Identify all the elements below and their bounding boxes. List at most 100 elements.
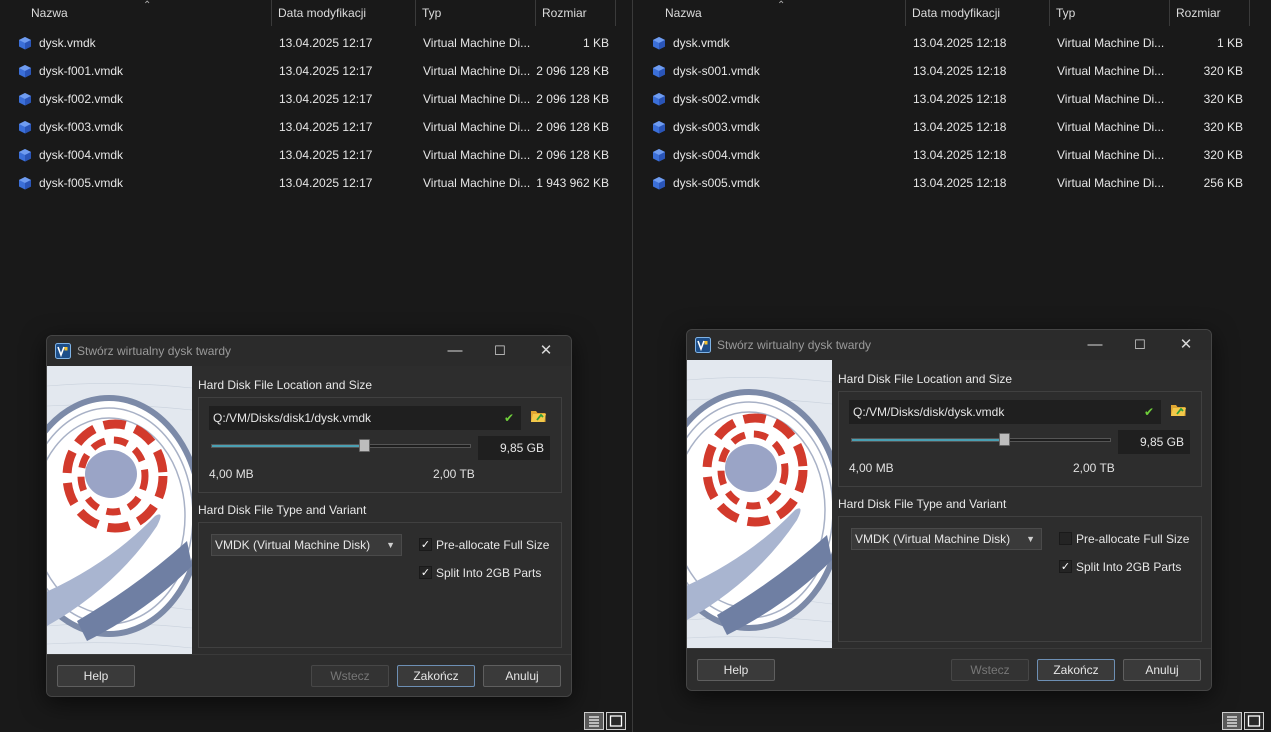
file-type: Virtual Machine Di... [423,176,531,190]
col-name-header[interactable]: ⌃ Nazwa [25,0,272,26]
col-type-header[interactable]: Typ [416,0,536,26]
file-type: Virtual Machine Di... [1057,176,1165,190]
column-header: ⌃ Nazwa Data modyfikacji Typ Rozmiar [634,0,1271,26]
folder-open-icon[interactable] [530,408,547,424]
maximize-icon[interactable]: ☐ [488,340,512,362]
finish-button[interactable]: Zakończ [397,665,475,687]
file-row[interactable]: dysk-f005.vmdk 13.04.2025 12:17 Virtual Ma… [0,169,632,197]
size-slider-fill [212,445,364,447]
file-name: dysk-s003.vmdk [673,120,760,134]
minimize-icon[interactable]: — [443,340,467,362]
file-row[interactable]: dysk-s002.vmdk 13.04.2025 12:18 Virtual Ma… [634,85,1271,113]
disk-path-text: Q:/VM/Disks/disk1/dysk.vmdk [213,411,372,425]
col-size-header[interactable]: Rozmiar [1170,0,1250,26]
split-checkbox[interactable]: ✓ [1059,560,1072,573]
dialog-titlebar[interactable]: Stwórz wirtualny dysk twardy — ☐ ✕ [687,330,1211,360]
preallocate-label[interactable]: Pre-allocate Full Size [1076,532,1189,546]
disk-format-select[interactable]: VMDK (Virtual Machine Disk) ▼ [851,528,1042,550]
preallocate-label[interactable]: Pre-allocate Full Size [436,538,549,552]
file-size: 2 096 128 KB [536,148,609,162]
view-switcher [1222,712,1266,730]
help-button[interactable]: Help [57,665,135,687]
file-name: dysk-s001.vmdk [673,64,760,78]
location-size-title: Hard Disk File Location and Size [838,372,1013,386]
disk-path-input[interactable]: Q:/VM/Disks/disk1/dysk.vmdk ✔ [209,406,521,430]
size-slider[interactable] [851,433,1111,446]
cancel-button[interactable]: Anuluj [483,665,561,687]
file-date: 13.04.2025 12:18 [913,92,1007,106]
checkmark-icon: ✓ [420,539,431,551]
virtualbox-app-icon [55,343,71,359]
vmdk-cube-icon [19,177,31,190]
file-type: Virtual Machine Di... [1057,148,1165,162]
preallocate-checkbox[interactable] [1059,532,1072,545]
split-label[interactable]: Split Into 2GB Parts [1076,560,1181,574]
back-button[interactable]: Wstecz [311,665,389,687]
file-row[interactable]: dysk.vmdk 13.04.2025 12:17 Virtual Machine… [0,29,632,57]
disk-path-text: Q:/VM/Disks/disk/dysk.vmdk [853,405,1005,419]
close-icon[interactable]: ✕ [534,340,558,362]
file-row[interactable]: dysk-f002.vmdk 13.04.2025 12:17 Virtual Ma… [0,85,632,113]
file-row[interactable]: dysk.vmdk 13.04.2025 12:18 Virtual Machine… [634,29,1271,57]
file-type: Virtual Machine Di... [423,120,531,134]
file-name: dysk-s004.vmdk [673,148,760,162]
file-row[interactable]: dysk-s005.vmdk 13.04.2025 12:18 Virtual Ma… [634,169,1271,197]
preallocate-checkbox[interactable]: ✓ [419,538,432,551]
type-variant-group: VMDK (Virtual Machine Disk) ▼ Pre-alloca… [838,516,1202,642]
size-value-field[interactable]: 9,85 GB [1118,430,1190,454]
help-button[interactable]: Help [697,659,775,681]
file-size: 320 KB [1203,120,1243,134]
minimize-icon[interactable]: — [1083,334,1107,356]
maximize-icon[interactable]: ☐ [1128,334,1152,356]
tiles-view-icon[interactable] [606,712,626,730]
tiles-view-icon[interactable] [1244,712,1264,730]
dialog-footer: Help Wstecz Zakończ Anuluj [687,648,1211,690]
file-date: 13.04.2025 12:17 [279,148,373,162]
location-size-title: Hard Disk File Location and Size [198,378,373,392]
sort-up-icon: ⌃ [143,0,152,11]
size-slider-thumb[interactable] [359,439,370,452]
size-slider-thumb[interactable] [999,433,1010,446]
back-button[interactable]: Wstecz [951,659,1029,681]
file-name: dysk-f003.vmdk [39,120,124,134]
col-size-label: Rozmiar [542,6,587,20]
details-view-icon[interactable] [584,712,604,730]
col-date-header[interactable]: Data modyfikacji [272,0,416,26]
cancel-button[interactable]: Anuluj [1123,659,1201,681]
file-row[interactable]: dysk-f001.vmdk 13.04.2025 12:17 Virtual Ma… [0,57,632,85]
split-checkbox[interactable]: ✓ [419,566,432,579]
col-name-header[interactable]: ⌃ Nazwa [659,0,906,26]
col-date-header[interactable]: Data modyfikacji [906,0,1050,26]
size-max-label: 2,00 TB [433,467,475,481]
finish-button[interactable]: Zakończ [1037,659,1115,681]
file-row[interactable]: dysk-f003.vmdk 13.04.2025 12:17 Virtual Ma… [0,113,632,141]
split-label[interactable]: Split Into 2GB Parts [436,566,541,580]
close-icon[interactable]: ✕ [1174,334,1198,356]
file-date: 13.04.2025 12:18 [913,120,1007,134]
col-size-header[interactable]: Rozmiar [536,0,616,26]
file-row[interactable]: dysk-s003.vmdk 13.04.2025 12:18 Virtual Ma… [634,113,1271,141]
file-name: dysk-f005.vmdk [39,176,124,190]
file-row[interactable]: dysk-f004.vmdk 13.04.2025 12:17 Virtual Ma… [0,141,632,169]
file-date: 13.04.2025 12:18 [913,64,1007,78]
folder-open-icon[interactable] [1170,402,1187,418]
file-name: dysk-f001.vmdk [39,64,124,78]
vmdk-cube-icon [19,37,31,50]
type-variant-title: Hard Disk File Type and Variant [198,503,367,517]
size-slider[interactable] [211,439,471,452]
size-min-label: 4,00 MB [209,467,254,481]
details-view-icon[interactable] [1222,712,1242,730]
file-type: Virtual Machine Di... [423,148,531,162]
create-virtual-disk-dialog: Stwórz wirtualny dysk twardy — ☐ ✕ Hard … [686,329,1212,691]
dialog-titlebar[interactable]: Stwórz wirtualny dysk twardy — ☐ ✕ [47,336,571,366]
vmdk-cube-icon [653,93,665,106]
disk-path-input[interactable]: Q:/VM/Disks/disk/dysk.vmdk ✔ [849,400,1161,424]
disk-format-select[interactable]: VMDK (Virtual Machine Disk) ▼ [211,534,402,556]
file-row[interactable]: dysk-s004.vmdk 13.04.2025 12:18 Virtual Ma… [634,141,1271,169]
col-type-header[interactable]: Typ [1050,0,1170,26]
vmdk-cube-icon [653,121,665,134]
file-type: Virtual Machine Di... [1057,92,1165,106]
file-type: Virtual Machine Di... [1057,36,1165,50]
size-value-field[interactable]: 9,85 GB [478,436,550,460]
file-row[interactable]: dysk-s001.vmdk 13.04.2025 12:18 Virtual Ma… [634,57,1271,85]
